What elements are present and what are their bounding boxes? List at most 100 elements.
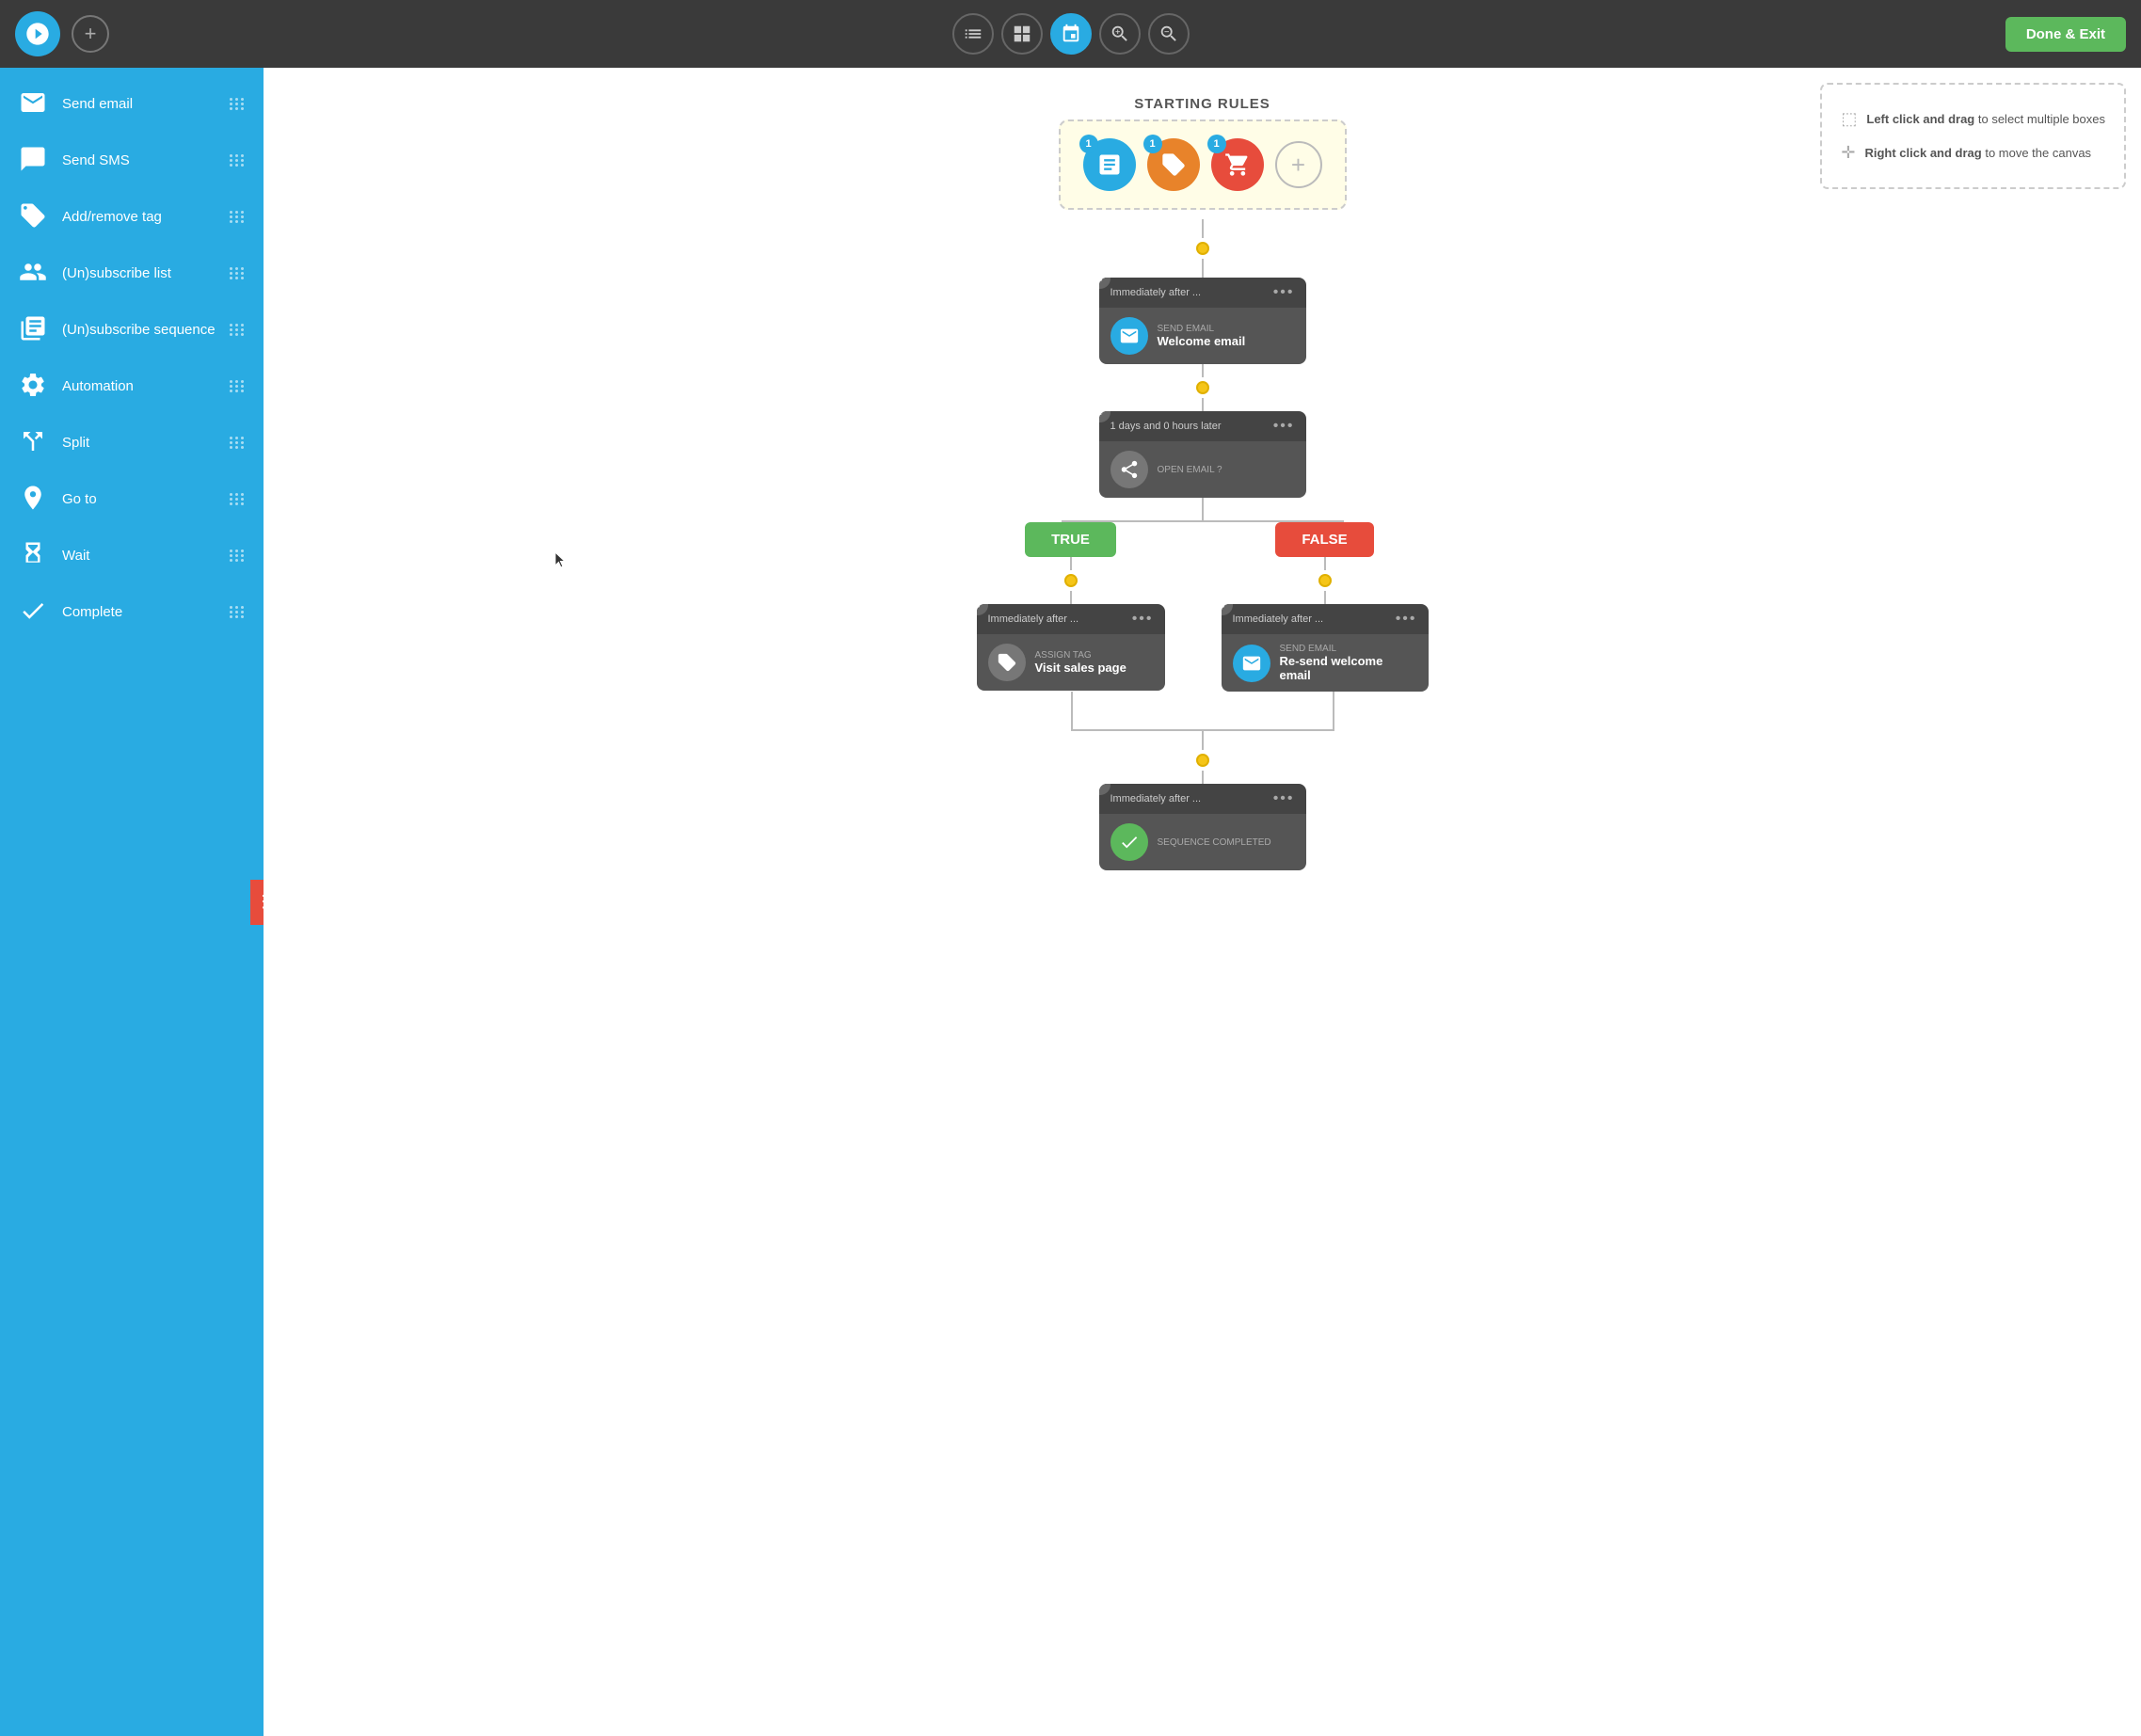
starting-rules-section: STARTING RULES 1 1 1	[1059, 96, 1347, 210]
node-3-timing: Immediately after ...	[1110, 287, 1202, 298]
node-5-body: ASSIGN TAG Visit sales page	[977, 634, 1165, 691]
rule-form-icon-wrap[interactable]: 1	[1083, 138, 1136, 191]
node-6-menu-button[interactable]: •••	[1396, 611, 1417, 628]
done-exit-button[interactable]: Done & Exit	[2005, 17, 2126, 52]
wait-icon	[19, 540, 49, 570]
rule-tag-badge: 1	[1143, 135, 1162, 153]
flow-dot	[1196, 381, 1209, 394]
sidebar-item-add-remove-tag[interactable]: Add/remove tag	[0, 188, 264, 245]
zoom-out-button[interactable]	[1148, 13, 1190, 55]
flow-dot	[1196, 754, 1209, 767]
canvas[interactable]: ⬚ Left click and drag to select multiple…	[264, 68, 2141, 1736]
drag-handle[interactable]	[230, 437, 245, 449]
complete-label: Complete	[62, 604, 230, 620]
drag-handle[interactable]	[230, 606, 245, 618]
false-connector	[1318, 557, 1332, 604]
move-icon: ✛	[1841, 137, 1855, 167]
flow-diagram: STARTING RULES 1 1 1	[264, 68, 2141, 946]
node-5-action: ASSIGN TAG	[1035, 650, 1126, 661]
drag-handle[interactable]	[230, 324, 245, 336]
drag-handle[interactable]	[230, 549, 245, 562]
sidebar-item-send-sms[interactable]: Send SMS	[0, 132, 264, 188]
node-6-action: SEND EMAIL	[1280, 644, 1417, 654]
node-6-timing: Immediately after ...	[1233, 613, 1324, 625]
list-view-button[interactable]	[952, 13, 994, 55]
false-badge: FALSE	[1275, 522, 1373, 557]
drag-handle[interactable]	[230, 98, 245, 110]
send-sms-icon	[19, 145, 49, 175]
sidebar-collapse-button[interactable]: ⋮	[250, 880, 264, 925]
node-4-menu-button[interactable]: •••	[1273, 418, 1295, 435]
rule-tag-icon-wrap[interactable]: 1	[1147, 138, 1200, 191]
node-7-body: SEQUENCE COMPLETED	[1099, 814, 1306, 870]
wait-label: Wait	[62, 548, 230, 564]
true-connector	[1064, 557, 1078, 604]
sidebar-item-unsubscribe-sequence[interactable]: (Un)subscribe sequence	[0, 301, 264, 358]
rule-form-badge: 1	[1079, 135, 1098, 153]
node-5-header: Immediately after ... •••	[977, 604, 1165, 634]
add-button[interactable]: +	[72, 15, 109, 53]
send-email-icon	[19, 88, 49, 119]
starting-rules-label: STARTING RULES	[1059, 96, 1347, 112]
false-branch: FALSE 6 Immediately after ... •••	[1222, 522, 1429, 692]
drag-handle[interactable]	[230, 380, 245, 392]
node-5-card[interactable]: 5 Immediately after ... ••• ASSIGN TAG	[977, 604, 1165, 691]
rule-add-button[interactable]: +	[1275, 141, 1322, 188]
go-to-label: Go to	[62, 491, 230, 507]
node-6-title: Re-send welcome email	[1280, 654, 1417, 682]
node-3-menu-button[interactable]: •••	[1273, 284, 1295, 301]
sidebar-item-unsubscribe-list[interactable]: (Un)subscribe list	[0, 245, 264, 301]
node-4-timing: 1 days and 0 hours later	[1110, 421, 1222, 432]
node-3-card[interactable]: 3 Immediately after ... ••• SEND EMAIL W…	[1099, 278, 1306, 364]
true-badge: TRUE	[1025, 522, 1116, 557]
hint-text-1: Left click and drag to select multiple b…	[1866, 108, 2105, 130]
add-remove-tag-label: Add/remove tag	[62, 209, 230, 225]
node-6-card[interactable]: 6 Immediately after ... ••• SEND EMAIL	[1222, 604, 1429, 692]
sidebar-item-go-to[interactable]: Go to	[0, 470, 264, 527]
sidebar: ⋮ Send email Send SMS Ad	[0, 68, 264, 1736]
drag-handle[interactable]	[230, 267, 245, 279]
unsubscribe-sequence-label: (Un)subscribe sequence	[62, 322, 230, 338]
logo	[15, 11, 60, 56]
unsubscribe-list-icon	[19, 258, 49, 288]
go-to-icon	[19, 484, 49, 514]
zoom-in-button[interactable]	[1099, 13, 1141, 55]
select-icon: ⬚	[1841, 104, 1857, 134]
split-icon	[19, 427, 49, 457]
automation-icon	[19, 371, 49, 401]
node-4-text: OPEN EMAIL ?	[1158, 465, 1222, 475]
node-7-timing: Immediately after ...	[1110, 793, 1202, 804]
rule-cart-icon-wrap[interactable]: 1	[1211, 138, 1264, 191]
unsubscribe-list-label: (Un)subscribe list	[62, 265, 230, 281]
sidebar-item-send-email[interactable]: Send email	[0, 75, 264, 132]
sidebar-item-automation[interactable]: Automation	[0, 358, 264, 414]
branch-connector	[1005, 498, 1400, 522]
hint-text-2: Right click and drag to move the canvas	[1864, 142, 2091, 164]
merge-connector	[1005, 692, 1400, 784]
send-sms-label: Send SMS	[62, 152, 230, 168]
drag-handle[interactable]	[230, 493, 245, 505]
cursor	[555, 552, 567, 569]
flow-view-button[interactable]	[1050, 13, 1092, 55]
node-7-menu-button[interactable]: •••	[1273, 790, 1295, 807]
flow-dot	[1318, 574, 1332, 587]
node-5-timing: Immediately after ...	[988, 613, 1079, 625]
topbar-tools	[952, 13, 1190, 55]
flow-dot	[1064, 574, 1078, 587]
node-6-body: SEND EMAIL Re-send welcome email	[1222, 634, 1429, 692]
node-4-card[interactable]: 4 1 days and 0 hours later ••• OPEN EMAI…	[1099, 411, 1306, 498]
node-7-card[interactable]: 7 Immediately after ... ••• SEQUENCE COM…	[1099, 784, 1306, 870]
drag-handle[interactable]	[230, 211, 245, 223]
complete-icon	[19, 597, 49, 627]
drag-handle[interactable]	[230, 154, 245, 167]
true-branch: TRUE 5 Immediately after ... •••	[977, 522, 1165, 691]
node-6-header: Immediately after ... •••	[1222, 604, 1429, 634]
sidebar-item-split[interactable]: Split	[0, 414, 264, 470]
sidebar-item-wait[interactable]: Wait	[0, 527, 264, 583]
sidebar-item-complete[interactable]: Complete	[0, 583, 264, 640]
node-7-text: SEQUENCE COMPLETED	[1158, 837, 1271, 848]
node-6-action-icon	[1233, 645, 1270, 682]
node-5-menu-button[interactable]: •••	[1132, 611, 1154, 628]
flow-dot	[1196, 242, 1209, 255]
grid-view-button[interactable]	[1001, 13, 1043, 55]
